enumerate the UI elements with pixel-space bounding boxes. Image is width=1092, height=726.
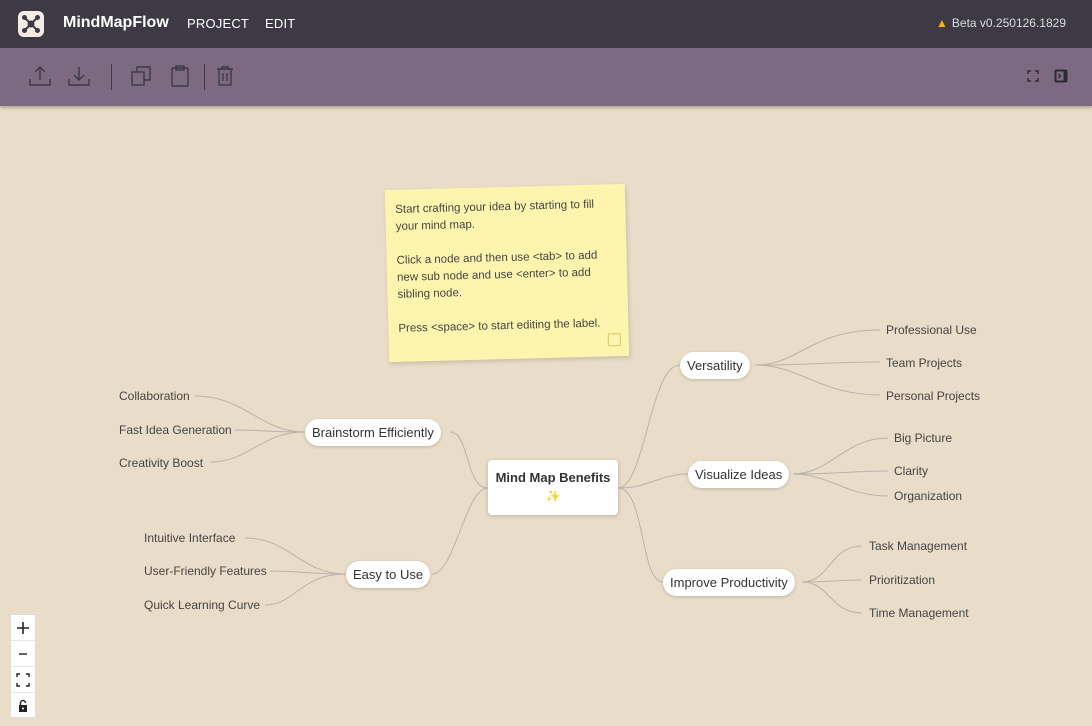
zoom-in-icon xyxy=(17,621,29,634)
leaf-personal-projects[interactable]: Personal Projects xyxy=(886,389,980,403)
zoom-out-button[interactable] xyxy=(11,641,35,667)
leaf-user-friendly-features[interactable]: User-Friendly Features xyxy=(144,564,267,578)
mindmap-logo-icon xyxy=(22,15,40,33)
root-node-label: Mind Map Benefits xyxy=(495,470,611,485)
leaf-collaboration[interactable]: Collaboration xyxy=(119,389,190,403)
copy-button[interactable] xyxy=(129,64,153,88)
node-versatility[interactable]: Versatility xyxy=(680,352,750,379)
fit-view-icon xyxy=(16,672,30,687)
zoom-out-icon xyxy=(19,652,27,655)
fit-view-button[interactable] xyxy=(11,667,35,693)
sticky-note[interactable]: Start crafting your idea by starting to … xyxy=(384,183,630,363)
leaf-quick-learning-curve[interactable]: Quick Learning Curve xyxy=(144,598,260,612)
node-visualize-ideas[interactable]: Visualize Ideas xyxy=(688,461,790,488)
leaf-professional-use[interactable]: Professional Use xyxy=(886,323,977,337)
toolbar xyxy=(0,48,1092,106)
app-header: MindMapFlow PROJECT EDIT ▲ Beta v0.250126… xyxy=(0,0,1092,48)
node-label: Easy to Use xyxy=(353,567,424,582)
paste-button[interactable] xyxy=(168,64,192,88)
upload-button[interactable] xyxy=(28,64,52,88)
note-icon xyxy=(607,333,621,347)
leaf-task-management[interactable]: Task Management xyxy=(869,539,967,553)
download-button[interactable] xyxy=(67,64,91,88)
leaf-time-management[interactable]: Time Management xyxy=(869,606,969,620)
version-label: Beta v0.250126.1829 xyxy=(951,16,1066,30)
menu-edit[interactable]: EDIT xyxy=(265,16,295,31)
node-label: Versatility xyxy=(687,358,743,373)
lock-icon xyxy=(19,699,27,712)
node-label: Brainstorm Efficiently xyxy=(312,425,434,440)
leaf-fast-idea-generation[interactable]: Fast Idea Generation xyxy=(119,423,232,437)
upload-icon xyxy=(29,66,51,86)
sparkles-icon: ✨ xyxy=(545,489,561,503)
lock-button[interactable] xyxy=(11,693,35,719)
sticky-line: Press <space> to start editing the label… xyxy=(398,317,601,335)
node-label: Visualize Ideas xyxy=(695,467,783,482)
leaf-creativity-boost[interactable]: Creativity Boost xyxy=(119,456,203,470)
fullscreen-icon xyxy=(1027,70,1039,82)
leaf-big-picture[interactable]: Big Picture xyxy=(894,431,952,445)
version-badge: ▲ Beta v0.250126.1829 xyxy=(936,16,1066,30)
leaf-organization[interactable]: Organization xyxy=(894,489,962,503)
node-brainstorm-efficiently[interactable]: Brainstorm Efficiently xyxy=(305,419,441,446)
node-label: Improve Productivity xyxy=(670,575,788,590)
leaf-intuitive-interface[interactable]: Intuitive Interface xyxy=(144,531,235,545)
delete-button[interactable] xyxy=(213,64,237,88)
fullscreen-button[interactable] xyxy=(1025,68,1041,84)
app-logo[interactable] xyxy=(18,11,44,37)
leaf-prioritization[interactable]: Prioritization xyxy=(869,573,935,587)
leaf-team-projects[interactable]: Team Projects xyxy=(886,356,962,370)
zoom-in-button[interactable] xyxy=(11,615,35,641)
node-easy-to-use[interactable]: Easy to Use xyxy=(346,561,431,588)
zoom-controls xyxy=(10,614,36,718)
panel-toggle-icon xyxy=(1054,69,1068,83)
panel-toggle-button[interactable] xyxy=(1053,68,1069,84)
sticky-line: Start crafting your idea by starting to … xyxy=(395,198,595,233)
sticky-line: Click a node and then use <tab> to add n… xyxy=(396,249,598,301)
warning-icon: ▲ xyxy=(936,16,948,30)
paste-icon xyxy=(171,65,189,87)
delete-icon xyxy=(217,66,233,86)
root-node[interactable]: Mind Map Benefits ✨ xyxy=(488,460,618,515)
node-improve-productivity[interactable]: Improve Productivity xyxy=(663,569,795,596)
toolbar-divider xyxy=(204,64,205,90)
download-icon xyxy=(68,67,90,86)
copy-icon xyxy=(131,66,151,86)
app-title: MindMapFlow xyxy=(63,14,169,31)
menu-project[interactable]: PROJECT xyxy=(187,16,249,31)
leaf-clarity[interactable]: Clarity xyxy=(894,464,928,478)
toolbar-divider xyxy=(111,64,112,90)
